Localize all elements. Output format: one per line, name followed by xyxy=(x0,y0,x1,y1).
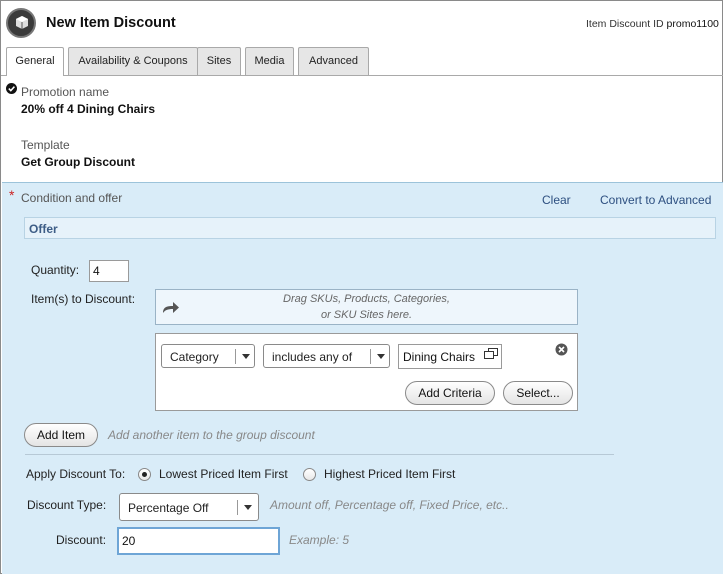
discount-type-label: Discount Type: xyxy=(27,498,107,512)
drop-zone-hint-line-1: Drag SKUs, Products, Categories, xyxy=(283,293,450,305)
discount-amount-hint: Example: 5 xyxy=(289,533,350,547)
criteria-target-field[interactable]: Dining Chairs xyxy=(398,344,502,369)
lowest-priced-radio[interactable] xyxy=(138,468,151,481)
active-tab-gap xyxy=(7,75,63,76)
select-separator xyxy=(370,349,371,364)
select-separator xyxy=(237,500,238,515)
chevron-down-icon xyxy=(244,505,252,510)
select-button[interactable]: Select... xyxy=(503,381,573,405)
tab-divider xyxy=(1,75,723,76)
criteria-field-value: Category xyxy=(170,350,219,364)
discount-amount-label: Discount: xyxy=(56,533,107,547)
item-discount-id: Item Discount ID promo1100 xyxy=(586,18,719,30)
promotion-name-label: Promotion name xyxy=(21,85,110,99)
template-label: Template xyxy=(21,138,70,152)
criteria-field-select[interactable]: Category xyxy=(161,344,255,368)
item-discount-id-label: Item Discount ID xyxy=(586,18,664,30)
add-criteria-button[interactable]: Add Criteria xyxy=(405,381,495,405)
drop-zone-hint-line-2: or SKU Sites here. xyxy=(320,309,413,321)
required-marker: * xyxy=(9,187,15,203)
discount-type-select[interactable]: Percentage Off xyxy=(119,493,259,521)
criteria-box: Category includes any of Dining Chairs A… xyxy=(155,333,578,411)
tab-general[interactable]: General xyxy=(6,47,64,76)
select-separator xyxy=(235,349,236,364)
criteria-target-value: Dining Chairs xyxy=(403,350,476,364)
tab-advanced[interactable]: Advanced xyxy=(298,47,369,75)
criteria-operator-select[interactable]: includes any of xyxy=(263,344,390,368)
clear-link[interactable]: Clear xyxy=(542,193,571,207)
add-item-button[interactable]: Add Item xyxy=(24,423,98,447)
convert-to-advanced-link[interactable]: Convert to Advanced xyxy=(600,193,711,207)
criteria-operator-value: includes any of xyxy=(272,350,353,364)
tab-media[interactable]: Media xyxy=(245,47,294,75)
section-divider xyxy=(25,454,614,455)
items-to-discount-label: Item(s) to Discount: xyxy=(31,292,136,306)
discount-type-value: Percentage Off xyxy=(128,501,209,515)
quantity-label: Quantity: xyxy=(31,263,80,277)
offer-header: Offer xyxy=(24,217,716,239)
promotion-name-value[interactable]: 20% off 4 Dining Chairs xyxy=(21,102,155,116)
offer-header-label: Offer xyxy=(29,222,58,236)
promotion-logo-icon xyxy=(6,8,36,38)
chevron-down-icon xyxy=(242,354,250,359)
apply-discount-label: Apply Discount To: xyxy=(26,467,126,481)
chevron-down-icon xyxy=(377,354,385,359)
valid-check-icon xyxy=(6,83,17,94)
template-value: Get Group Discount xyxy=(21,155,135,169)
condition-offer-label: Condition and offer xyxy=(21,191,123,205)
remove-criteria-icon[interactable] xyxy=(555,343,568,356)
open-picker-icon[interactable] xyxy=(484,348,498,360)
highest-priced-label[interactable]: Highest Priced Item First xyxy=(324,467,455,481)
item-discount-id-value: promo1100 xyxy=(666,18,719,30)
quantity-input[interactable]: 4 xyxy=(89,260,129,282)
highest-priced-radio[interactable] xyxy=(303,468,316,481)
tab-availability-coupons[interactable]: Availability & Coupons xyxy=(68,47,198,75)
promotion-editor-window: New Item Discount Item Discount ID promo… xyxy=(0,0,723,574)
sku-drop-zone[interactable]: Drag SKUs, Products, Categories, or SKU … xyxy=(155,289,578,325)
tab-sites[interactable]: Sites xyxy=(197,47,241,75)
lowest-priced-label[interactable]: Lowest Priced Item First xyxy=(159,467,288,481)
discount-amount-input[interactable]: 20 xyxy=(117,527,280,555)
add-item-hint: Add another item to the group discount xyxy=(108,428,315,442)
discount-type-hint: Amount off, Percentage off, Fixed Price,… xyxy=(270,498,509,512)
page-title: New Item Discount xyxy=(46,15,176,31)
